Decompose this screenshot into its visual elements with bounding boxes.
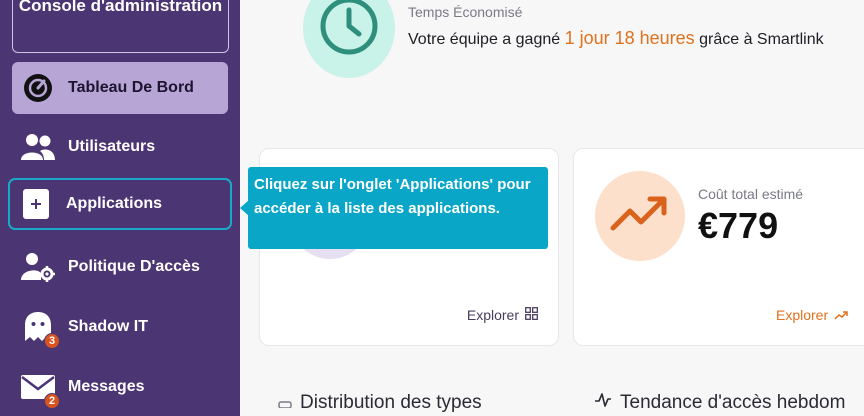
sidebar-item-applications[interactable]: Applications	[8, 178, 232, 230]
admin-console-label: Console d'administration	[18, 0, 223, 15]
distribution-heading-text: Distribution des types	[300, 392, 482, 413]
time-saved-highlight: 1 jour 18 heures	[564, 28, 695, 48]
admin-console-button[interactable]: Console d'administration	[12, 0, 229, 53]
trend-heading-text: Tendance d'accès hebdom	[620, 392, 846, 413]
trend-small-icon	[834, 307, 848, 323]
explore-link-label: Explorer	[466, 307, 519, 323]
explore-link-label: Explorer	[776, 307, 829, 323]
user-gear-icon	[18, 247, 58, 287]
time-saved-text-before: Votre équipe a gagné	[408, 31, 565, 48]
clock-icon	[318, 0, 380, 62]
tooltip-text: Cliquez sur l'onglet 'Applications' pour…	[254, 176, 531, 217]
grid-icon	[525, 307, 538, 323]
sidebar: Console d'administration Tableau De Bord…	[0, 0, 240, 416]
trend-heading: Tendance d'accès hebdom	[594, 392, 845, 414]
shadow-it-count-badge: 3	[44, 333, 60, 349]
plus-square-icon	[16, 184, 56, 224]
explore-link-right[interactable]: Explorer	[776, 307, 848, 323]
sidebar-item-users[interactable]: Utilisateurs	[12, 121, 228, 173]
time-saved-label: Temps Économisé	[408, 4, 523, 20]
distribution-heading: Distribution des types	[278, 392, 482, 414]
sidebar-item-shadow-it[interactable]: 3 Shadow IT	[12, 301, 228, 353]
cost-label: Coût total estimé	[698, 186, 804, 202]
sidebar-item-label: Tableau De Bord	[68, 79, 194, 96]
sidebar-item-messages[interactable]: 2 Messages	[12, 361, 228, 413]
sidebar-item-label: Messages	[68, 378, 145, 395]
trend-up-icon	[610, 194, 670, 239]
sidebar-item-dashboard[interactable]: Tableau De Bord	[12, 62, 228, 114]
sidebar-item-label: Applications	[66, 195, 163, 212]
onboarding-tooltip: Cliquez sur l'onglet 'Applications' pour…	[248, 167, 548, 249]
dashboard-gauge-icon	[18, 68, 58, 108]
pie-chart-icon	[278, 392, 292, 414]
time-saved-text: Votre équipe a gagné 1 jour 18 heures gr…	[408, 26, 828, 52]
sidebar-item-label: Utilisateurs	[68, 138, 156, 155]
envelope-icon: 2	[18, 367, 60, 409]
cost-value: €779	[698, 205, 779, 246]
trend-badge	[595, 171, 685, 261]
explore-link-left[interactable]: Explorer	[467, 307, 538, 323]
sidebar-item-access-policy[interactable]: Politique D'accès	[12, 241, 228, 293]
activity-icon	[594, 392, 612, 414]
messages-count-badge: 2	[44, 393, 60, 409]
users-icon	[18, 127, 58, 167]
sidebar-item-label: Politique D'accès	[68, 258, 200, 275]
time-saved-text-after: grâce à Smartlink	[694, 31, 824, 48]
cost-card: Coût total estimé €779 Explorer	[573, 148, 864, 346]
sidebar-item-label: Shadow IT	[68, 318, 148, 335]
ghost-icon: 3	[18, 307, 60, 349]
clock-badge	[303, 0, 395, 78]
